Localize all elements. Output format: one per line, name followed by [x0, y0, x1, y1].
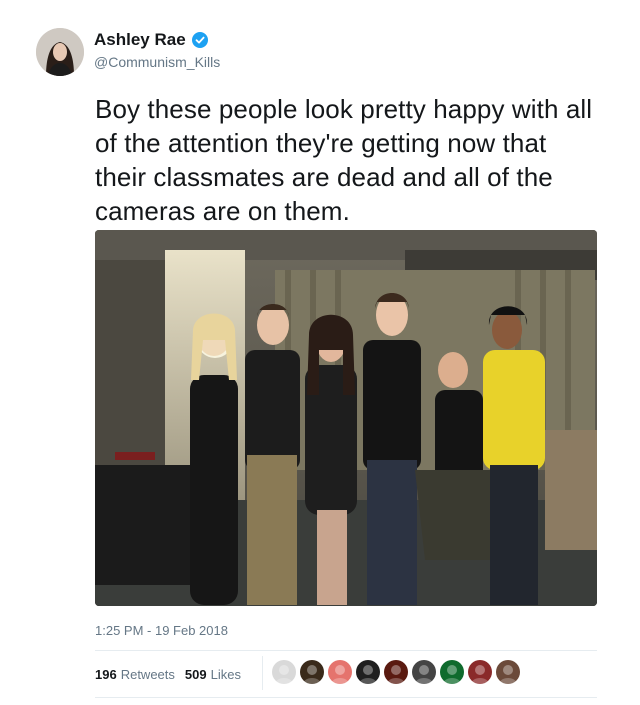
- author-handle[interactable]: @Communism_Kills: [94, 54, 220, 70]
- liker-avatar-5-icon[interactable]: [384, 660, 408, 684]
- divider: [95, 650, 597, 651]
- liker-avatar-3-icon[interactable]: [328, 660, 352, 684]
- liker-avatar-6-icon[interactable]: [412, 660, 436, 684]
- tweet-photo[interactable]: [95, 230, 597, 606]
- liker-avatar-1-icon[interactable]: [272, 660, 296, 684]
- user-avatar-icon: [36, 28, 84, 76]
- liker-avatar-7-icon[interactable]: [440, 660, 464, 684]
- likes-label: Likes: [210, 667, 241, 682]
- verified-badge-icon: [191, 32, 208, 48]
- author-avatar[interactable]: [36, 28, 84, 76]
- tweet-text: Boy these people look pretty happy with …: [95, 94, 593, 226]
- likes-count: 509: [184, 667, 207, 682]
- liker-avatar-8-icon[interactable]: [468, 660, 492, 684]
- group-photo-icon: [95, 230, 597, 606]
- liker-avatar-4-icon[interactable]: [356, 660, 380, 684]
- author-name-row[interactable]: Ashley Rae: [94, 30, 208, 50]
- divider: [95, 697, 597, 698]
- liker-avatar-2-icon[interactable]: [300, 660, 324, 684]
- retweets-label: Retweets: [120, 667, 175, 682]
- stats-separator: [262, 656, 263, 690]
- likes-stat[interactable]: 509 Likes: [185, 667, 241, 682]
- tweet-stats: 196 Retweets 509 Likes: [95, 667, 251, 682]
- tweet-timestamp[interactable]: 1:25 PM - 19 Feb 2018: [95, 623, 228, 638]
- liker-avatar-9-icon[interactable]: [496, 660, 520, 684]
- retweets-count: 196: [95, 667, 117, 682]
- likers-list: [272, 660, 524, 684]
- author-name[interactable]: Ashley Rae: [94, 30, 186, 50]
- retweets-stat[interactable]: 196 Retweets: [95, 667, 175, 682]
